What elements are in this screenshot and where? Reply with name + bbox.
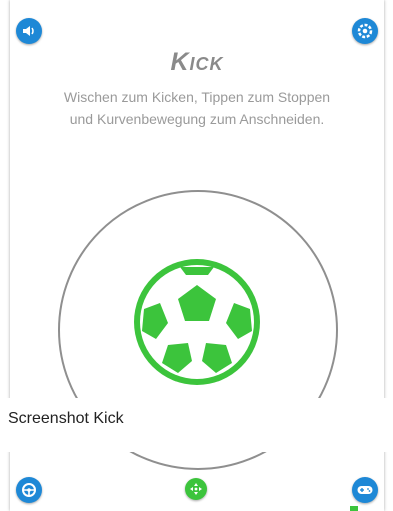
gamepad-button[interactable] (352, 477, 378, 503)
instruction-line-2: und Kurvenbewegung zum Anschneiden. (69, 111, 325, 127)
screenshot-caption: Screenshot Kick (8, 410, 124, 427)
dpad-icon (190, 483, 202, 495)
speaker-button[interactable] (16, 18, 42, 44)
instruction-text: Wischen zum Kicken, Tippen zum Stoppen u… (10, 86, 384, 130)
page-title: Kick (170, 48, 224, 76)
screenshot-caption-band: Screenshot Kick (0, 398, 393, 452)
soccer-ball-icon[interactable] (132, 257, 262, 387)
instruction-line-1: Wischen zum Kicken, Tippen zum Stoppen (63, 89, 331, 105)
green-indicator (350, 506, 358, 511)
settings-button[interactable] (352, 18, 378, 44)
settings-icon (357, 23, 373, 39)
speaker-icon (23, 26, 34, 36)
steering-wheel-icon (22, 483, 36, 497)
dpad-button[interactable] (185, 478, 207, 500)
gamepad-icon (357, 486, 373, 494)
steering-button[interactable] (16, 477, 42, 503)
